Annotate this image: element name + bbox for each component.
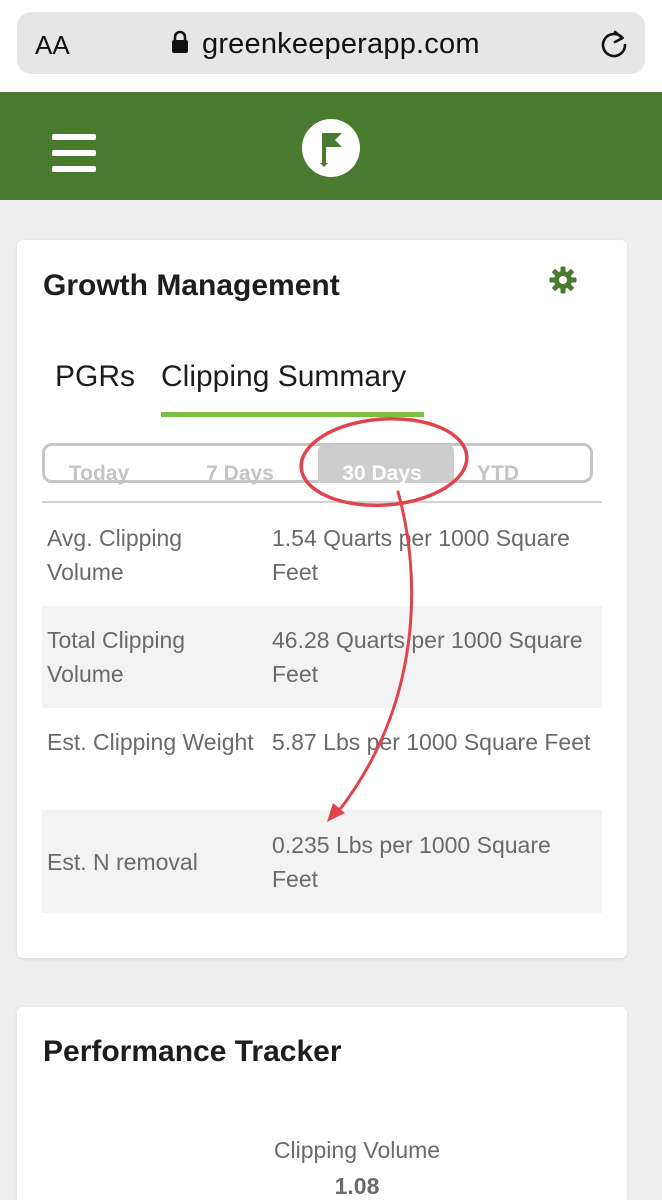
text-size-button[interactable]: AA — [35, 30, 70, 60]
flag-icon — [320, 133, 342, 167]
metric-label: Clipping Volume — [273, 1137, 441, 1163]
row-value: 46.28 Quarts per 1000 Square Feet — [272, 627, 583, 687]
table-row: Est. Clipping Weight 5.87 Lbs per 1000 S… — [42, 708, 602, 810]
tab-clipping-summary[interactable]: Clipping Summary — [161, 357, 406, 397]
page: AA greenkeeperapp.com Growth Management — [0, 0, 662, 1200]
lock-icon — [172, 30, 188, 53]
active-tab-indicator — [161, 412, 424, 417]
row-value: 5.87 Lbs per 1000 Square Feet — [272, 729, 591, 755]
card-title: Growth Management — [43, 269, 340, 302]
row-value: 1.54 Quarts per 1000 Square Feet — [272, 525, 570, 585]
table-row: Est. N removal 0.235 Lbs per 1000 Square… — [42, 810, 602, 913]
table-row: Total Clipping Volume 46.28 Quarts per 1… — [42, 606, 602, 708]
row-value: 0.235 Lbs per 1000 Square Feet — [272, 832, 551, 892]
range-ytd[interactable]: YTD — [468, 459, 528, 489]
range-today[interactable]: Today — [58, 459, 140, 489]
row-label: Avg. Clipping Volume — [47, 525, 183, 585]
row-label: Est. N removal — [47, 849, 198, 875]
row-label: Total Clipping Volume — [47, 627, 186, 687]
table-divider — [42, 501, 602, 503]
row-label: Est. Clipping Weight — [47, 729, 254, 755]
hamburger-menu-icon[interactable] — [52, 134, 96, 172]
url-text[interactable]: greenkeeperapp.com — [202, 25, 480, 63]
gear-icon[interactable] — [548, 265, 578, 295]
table-row: Avg. Clipping Volume 1.54 Quarts per 100… — [42, 504, 602, 606]
card-title: Performance Tracker — [43, 1035, 342, 1068]
range-30-days[interactable]: 30 Days — [330, 459, 434, 489]
tab-pgrs[interactable]: PGRs — [55, 357, 135, 397]
metric-value: 1.08 — [334, 1173, 380, 1199]
app-logo[interactable] — [302, 119, 360, 177]
range-7-days[interactable]: 7 Days — [193, 459, 287, 489]
reload-icon[interactable] — [598, 28, 630, 60]
